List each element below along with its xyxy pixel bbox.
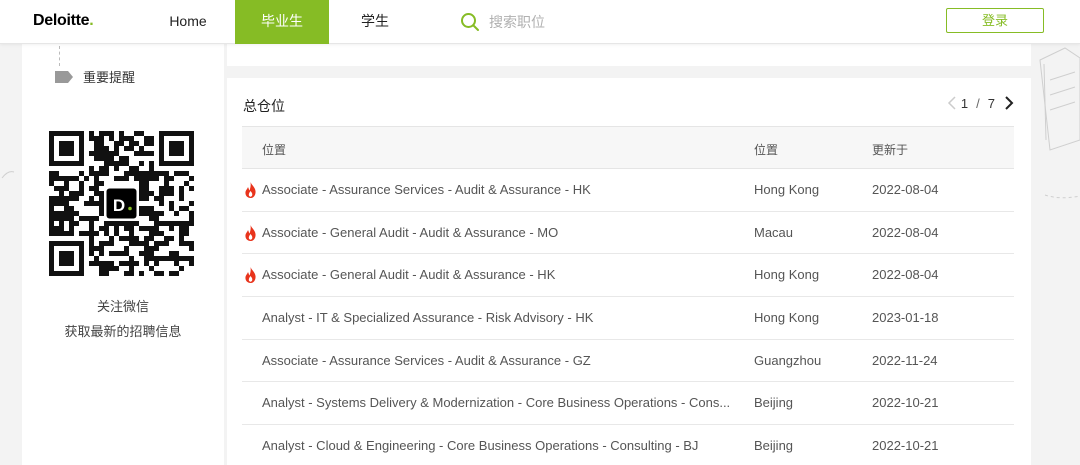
important-reminder-link[interactable]: 重要提醒	[55, 67, 135, 86]
job-updated-date: 2022-10-21	[872, 438, 939, 454]
qr-caption-follow: 关注微信	[96, 299, 149, 314]
job-title-link[interactable]: Analyst - IT & Specialized Assurance - R…	[262, 310, 732, 325]
job-location: Hong Kong	[754, 182, 820, 197]
panel-title: 总仓位	[243, 98, 285, 114]
login-button[interactable]: 登录	[946, 8, 1044, 33]
job-title-link[interactable]: Associate - General Audit - Audit & Assu…	[262, 225, 732, 240]
table-row[interactable]: Associate - Assurance Services - Audit &…	[242, 340, 1014, 383]
table-header: 位置 位置 更新于	[242, 126, 1014, 169]
reminder-label: 重要提醒	[83, 70, 136, 85]
tag-icon	[55, 70, 73, 83]
col-header-updated: 更新于	[872, 143, 909, 157]
job-title-link[interactable]: Associate - General Audit - Audit & Assu…	[262, 267, 732, 282]
search-input[interactable]	[489, 14, 669, 30]
top-header: Deloitte. Home 毕业生 学生 登录	[0, 0, 1080, 44]
job-updated-date: 2022-11-24	[872, 352, 938, 368]
page-current: 1	[960, 95, 969, 111]
job-title-link[interactable]: Analyst - Systems Delivery & Modernizati…	[262, 395, 732, 410]
table-row[interactable]: Analyst - Systems Delivery & Modernizati…	[242, 382, 1014, 426]
jobs-table: 位置 位置 更新于 Associate - Assurance Services…	[242, 126, 1014, 465]
col-header-location: 位置	[754, 143, 779, 157]
sidebar-card: 重要提醒 D 关注微信 获取最新的招聘信息	[22, 44, 224, 465]
fire-icon	[245, 182, 256, 198]
search-icon[interactable]	[460, 12, 480, 32]
logo-dot: .	[89, 12, 94, 29]
table-row[interactable]: Associate - Assurance Services - Audit &…	[242, 169, 1014, 212]
nav-graduate[interactable]: 毕业生	[235, 0, 329, 44]
page-total: 7	[987, 95, 995, 111]
job-location: Hong Kong	[754, 267, 820, 283]
job-location: Beijing	[754, 438, 794, 454]
job-title-link[interactable]: Associate - Assurance Services - Audit &…	[262, 182, 732, 197]
jobs-panel: 总仓位 1 / 7 位置 位置 更新于 Associate - Assuranc…	[227, 78, 1031, 465]
svg-text:D: D	[113, 196, 125, 215]
table-row[interactable]: Associate - General Audit - Audit & Assu…	[242, 212, 1014, 255]
table-row[interactable]: Analyst - IT & Specialized Assurance - R…	[242, 297, 1014, 340]
reminder-connector	[59, 46, 60, 66]
page-separator: /	[976, 95, 980, 111]
job-updated-date: 2022-10-21	[872, 395, 939, 411]
logo-text: Deloitte	[33, 12, 90, 29]
chevron-left-icon[interactable]	[946, 95, 958, 111]
job-updated-date: 2022-08-04	[872, 224, 939, 240]
pagination: 1 / 7	[946, 95, 1015, 111]
wechat-qr-code: D	[39, 121, 209, 289]
job-updated-date: 2023-01-18	[872, 310, 939, 326]
table-row[interactable]: Analyst - Cloud & Engineering - Core Bus…	[242, 425, 1014, 465]
job-title-link[interactable]: Analyst - Cloud & Engineering - Core Bus…	[262, 438, 732, 453]
job-updated-date: 2022-08-04	[872, 267, 939, 283]
qr-caption-latest: 获取最新的招聘信息	[64, 324, 182, 339]
job-location: Hong Kong	[754, 310, 820, 326]
nav-home[interactable]: Home	[152, 0, 224, 44]
nav-student[interactable]: 学生	[342, 0, 408, 44]
fire-icon	[245, 224, 256, 241]
chevron-right-icon[interactable]	[1003, 95, 1015, 111]
job-updated-date: 2022-08-04	[872, 182, 939, 197]
job-location: Beijing	[754, 395, 794, 411]
qr-code-image: D	[49, 131, 194, 276]
job-title-link[interactable]: Associate - Assurance Services - Audit &…	[262, 353, 732, 368]
fire-icon	[245, 267, 256, 284]
col-header-position: 位置	[262, 143, 287, 157]
table-row[interactable]: Associate - General Audit - Audit & Assu…	[242, 254, 1014, 298]
search-bar	[460, 12, 669, 32]
top-content-strip	[227, 44, 1031, 66]
job-location: Guangzhou	[754, 352, 822, 368]
deloitte-logo[interactable]: Deloitte.	[33, 12, 94, 30]
job-location: Macau	[754, 224, 794, 240]
